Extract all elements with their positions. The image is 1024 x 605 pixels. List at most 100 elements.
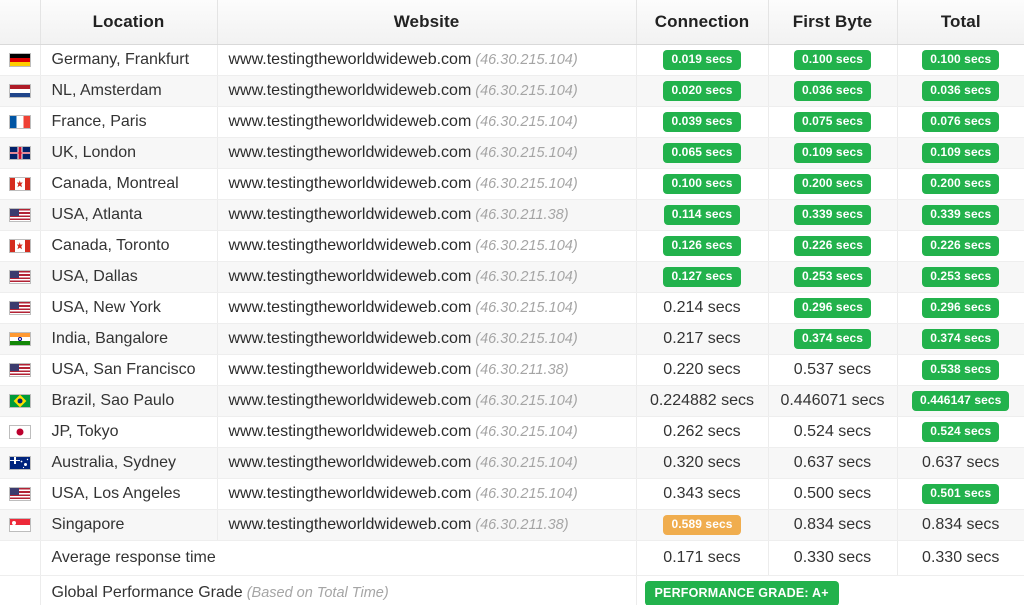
total-cell: 0.637 secs bbox=[897, 447, 1024, 479]
table-row[interactable]: Canada, Montreal www.testingtheworldwidew… bbox=[0, 168, 1024, 200]
total-badge: 0.226 secs bbox=[922, 236, 1000, 256]
first-byte-badge: 0.075 secs bbox=[793, 112, 872, 132]
table-row[interactable]: France, Paris www.testingtheworldwideweb.… bbox=[0, 106, 1024, 138]
performance-test-results-page: Location Website Connection First Byte T… bbox=[0, 0, 1024, 605]
connection-cell: 0.019 secs bbox=[636, 44, 769, 76]
first-byte-cell: 0.446071 secs bbox=[768, 385, 898, 417]
website-url: www.testingtheworldwideweb.com bbox=[228, 392, 472, 409]
total-badge: 0.109 secs bbox=[922, 143, 1000, 163]
website-ip: (46.30.215.104) bbox=[475, 424, 578, 440]
total-cell: 0.446147 secs bbox=[897, 385, 1024, 417]
table-row[interactable]: USA, Dallas www.testingtheworldwideweb.co… bbox=[0, 261, 1024, 293]
average-first-byte-value: 0.330 secs bbox=[793, 549, 872, 566]
website-cell: www.testingtheworldwideweb.com (46.30.215… bbox=[217, 75, 637, 107]
location-flag-cell bbox=[0, 261, 41, 293]
table-row[interactable]: USA, New York www.testingtheworldwideweb.… bbox=[0, 292, 1024, 324]
first-byte-cell: 0.075 secs bbox=[768, 106, 898, 138]
first-byte-value: 0.537 secs bbox=[793, 361, 872, 378]
location-flag-cell bbox=[0, 416, 41, 448]
location-cell: UK, London bbox=[40, 137, 218, 169]
average-flag-spacer bbox=[0, 540, 41, 576]
table-row[interactable]: JP, Tokyo www.testingtheworldwideweb.com(… bbox=[0, 416, 1024, 448]
website-url: www.testingtheworldwideweb.com bbox=[228, 330, 472, 347]
table-row[interactable]: USA, Los Angeles www.testingtheworldwidew… bbox=[0, 478, 1024, 510]
website-url: www.testingtheworldwideweb.com bbox=[228, 51, 472, 68]
flag-usa-icon bbox=[8, 300, 31, 315]
location-flag-cell bbox=[0, 137, 41, 169]
website-cell: www.testingtheworldwideweb.com (46.30.215… bbox=[217, 323, 637, 355]
location-flag-cell bbox=[0, 385, 41, 417]
website-url: www.testingtheworldwideweb.com bbox=[228, 237, 472, 254]
first-byte-cell: 0.253 secs bbox=[768, 261, 898, 293]
flag-japan-icon bbox=[8, 424, 31, 439]
total-cell: 0.253 secs bbox=[897, 261, 1024, 293]
connection-cell: 0.343 secs bbox=[636, 478, 769, 510]
table-row[interactable]: Australia, Sydney www.testingtheworldwide… bbox=[0, 447, 1024, 479]
table-row[interactable]: UK, London www.testingtheworldwideweb.com… bbox=[0, 137, 1024, 169]
location-flag-cell bbox=[0, 230, 41, 262]
total-badge: 0.100 secs bbox=[922, 50, 1000, 70]
flag-india-icon bbox=[8, 331, 31, 346]
location-cell: France, Paris bbox=[40, 106, 218, 138]
first-byte-cell: 0.834 secs bbox=[768, 509, 898, 541]
website-url: www.testingtheworldwideweb.com bbox=[228, 175, 472, 192]
location-cell: USA, Atlanta bbox=[40, 199, 218, 231]
location-flag-cell bbox=[0, 509, 41, 541]
location-cell: Australia, Sydney bbox=[40, 447, 218, 479]
total-badge: 0.538 secs bbox=[922, 360, 1000, 380]
website-cell: www.testingtheworldwideweb.com (46.30.211… bbox=[217, 354, 637, 386]
website-ip: (46.30.215.104) bbox=[475, 238, 578, 254]
first-byte-cell: 0.637 secs bbox=[768, 447, 898, 479]
first-byte-cell: 0.524 secs bbox=[768, 416, 898, 448]
location-cell: USA, Los Angeles bbox=[40, 478, 218, 510]
table-row[interactable]: Canada, Toronto www.testingtheworldwidewe… bbox=[0, 230, 1024, 262]
website-ip: (46.30.215.104) bbox=[475, 393, 578, 409]
total-cell: 0.076 secs bbox=[897, 106, 1024, 138]
website-ip: (46.30.215.104) bbox=[475, 486, 578, 502]
location-flag-cell bbox=[0, 44, 41, 76]
website-url: www.testingtheworldwideweb.com bbox=[228, 485, 472, 502]
website-ip: (46.30.215.104) bbox=[475, 176, 578, 192]
column-header-total: Total bbox=[897, 0, 1024, 45]
table-row[interactable]: NL, Amsterdam www.testingtheworldwideweb.… bbox=[0, 75, 1024, 107]
connection-value: 0.262 secs bbox=[663, 423, 741, 440]
connection-cell: 0.127 secs bbox=[636, 261, 769, 293]
connection-cell: 0.100 secs bbox=[636, 168, 769, 200]
table-row[interactable]: USA, San Francisco www.testingtheworldwid… bbox=[0, 354, 1024, 386]
column-header-connection: Connection bbox=[636, 0, 769, 45]
website-cell: www.testingtheworldwideweb.com (46.30.215… bbox=[217, 137, 637, 169]
performance-grade-value: A+ bbox=[812, 585, 829, 600]
first-byte-value: 0.500 secs bbox=[793, 485, 872, 502]
flag-australia-icon bbox=[8, 455, 31, 470]
location-cell: NL, Amsterdam bbox=[40, 75, 218, 107]
connection-value: 0.320 secs bbox=[663, 454, 741, 471]
connection-cell: 0.065 secs bbox=[636, 137, 769, 169]
first-byte-cell: 0.100 secs bbox=[768, 44, 898, 76]
first-byte-cell: 0.296 secs bbox=[768, 292, 898, 324]
table-row[interactable]: USA, Atlanta www.testingtheworldwideweb.c… bbox=[0, 199, 1024, 231]
table-row[interactable]: Germany, Frankfurt www.testingtheworldwid… bbox=[0, 44, 1024, 76]
table-row[interactable]: Brazil, Sao Paulo www.testingtheworldwide… bbox=[0, 385, 1024, 417]
website-cell: www.testingtheworldwideweb.com (46.30.215… bbox=[217, 447, 637, 479]
location-cell: Singapore bbox=[40, 509, 218, 541]
location-flag-cell bbox=[0, 323, 41, 355]
first-byte-cell: 0.036 secs bbox=[768, 75, 898, 107]
website-ip: (46.30.215.104) bbox=[475, 83, 578, 99]
website-url: www.testingtheworldwideweb.com bbox=[228, 361, 472, 378]
first-byte-value: 0.524 secs bbox=[793, 423, 872, 440]
location-flag-cell bbox=[0, 199, 41, 231]
table-row[interactable]: India, Bangalore www.testingtheworldwidew… bbox=[0, 323, 1024, 355]
connection-badge: 0.589 secs bbox=[663, 515, 741, 535]
total-cell: 0.524 secs bbox=[897, 416, 1024, 448]
total-badge: 0.200 secs bbox=[922, 174, 1000, 194]
first-byte-value: 0.834 secs bbox=[793, 516, 872, 533]
total-value: 0.834 secs bbox=[922, 516, 1000, 533]
total-badge: 0.296 secs bbox=[922, 298, 1000, 318]
website-cell: www.testingtheworldwideweb.com (46.30.215… bbox=[217, 416, 637, 448]
global-performance-grade-note: (Based on Total Time) bbox=[246, 585, 389, 602]
website-url: www.testingtheworldwideweb.com bbox=[228, 454, 472, 471]
table-row[interactable]: Singapore www.testingtheworldwideweb.com(… bbox=[0, 509, 1024, 541]
header-row: Location Website Connection First Byte T… bbox=[0, 0, 1024, 45]
location-cell: Germany, Frankfurt bbox=[40, 44, 218, 76]
location-flag-cell bbox=[0, 447, 41, 479]
